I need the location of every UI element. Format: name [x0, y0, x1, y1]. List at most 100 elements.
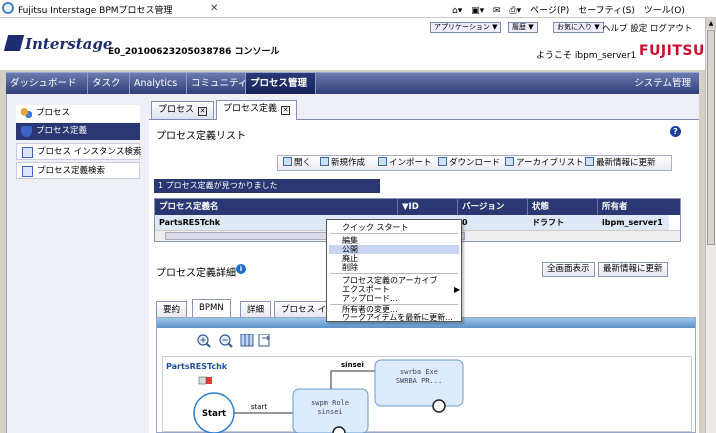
tools-menu[interactable]: ツール(O) — [644, 6, 685, 16]
welcome-text: ようこそ ibpm_server1 — [536, 51, 637, 61]
sidebar-item-definition-search[interactable]: プロセス定義検索 — [16, 162, 140, 179]
info-icon[interactable]: i — [236, 264, 246, 274]
menu-item-archive[interactable]: プロセス定義のアーカイブ — [342, 276, 438, 285]
menu-item-publish[interactable]: 公開 — [342, 245, 358, 254]
sidebar-item-process[interactable]: プロセス — [16, 105, 140, 122]
window-scrollbar[interactable]: ▲ — [705, 18, 716, 433]
cell-name: PartsRESTchk — [159, 218, 221, 227]
nav-system-management[interactable]: システム管理 — [634, 73, 691, 94]
flow-sinsei — [330, 370, 375, 389]
history-menu-button[interactable]: 履歴 ▼ — [508, 22, 538, 33]
column-header-version[interactable]: バージョン — [458, 199, 528, 215]
column-header-status[interactable]: 状態 — [528, 199, 598, 215]
page-menu[interactable]: ページ(P) — [530, 6, 569, 16]
download-button[interactable]: ダウンロード — [438, 156, 500, 170]
favorites-menu-button[interactable]: お気に入り ▼ — [553, 22, 604, 33]
close-icon[interactable]: ✕ — [198, 107, 208, 116]
tab-process-instance[interactable]: プロセス イ — [274, 301, 334, 318]
new-icon — [320, 157, 329, 166]
task-swrba-exe-title: swrba Exe — [400, 368, 438, 376]
tab-detail[interactable]: 詳細 — [240, 301, 272, 318]
menu-item-retire[interactable]: 廃止 — [342, 254, 358, 263]
tab-bpmn[interactable]: BPMN — [192, 299, 231, 318]
column-header-owner[interactable]: 所有者 — [598, 199, 680, 215]
refresh-button[interactable]: 最新情報に更新 — [585, 156, 656, 170]
interstage-logo: Interstage — [3, 35, 112, 53]
bpmn-canvas[interactable]: PartsRESTchk Start start swpm Role sinse… — [162, 356, 692, 433]
tab-close-icon[interactable]: ✕ — [210, 3, 218, 14]
tab-process-definition[interactable]: プロセス定義 ✕ — [216, 100, 298, 120]
import-button[interactable]: インポート — [378, 156, 432, 170]
fullscreen-button[interactable]: 全画面表示 — [542, 262, 595, 277]
header-links[interactable]: ヘルプ 設定 ログアウト — [602, 22, 692, 34]
scroll-up-icon[interactable]: ▲ — [706, 18, 716, 29]
sidebar-item-instance-search[interactable]: プロセス インスタンス検索 — [16, 143, 141, 160]
menu-item-edit[interactable]: 編集 — [342, 236, 358, 245]
menu-item-delete[interactable]: 削除 — [342, 263, 358, 272]
feeds-icon[interactable]: ▣▾ — [471, 6, 484, 16]
nav-community[interactable]: コミュニティ — [187, 73, 247, 94]
browser-tools: ⌂▾ ▣▾ ✉ ⎙▾ ページ(P) セーフティ(S) ツール(O) — [452, 3, 691, 16]
details-title: プロセス定義詳細 — [156, 268, 236, 279]
close-icon[interactable]: ✕ — [281, 106, 291, 115]
details-refresh-button[interactable]: 最新情報に更新 — [598, 262, 668, 277]
zoom-in-icon[interactable] — [197, 334, 211, 348]
browser-title: Fujitsu Interstage BPMプロセス管理 — [18, 6, 173, 16]
logo-mark-icon — [3, 35, 25, 51]
archive-icon — [505, 157, 514, 166]
task-swrba-exe-sub: SWRBA PR... — [396, 377, 442, 385]
people-icon — [21, 108, 32, 119]
print-icon[interactable]: ⎙▾ — [509, 6, 521, 16]
help-icon[interactable]: ? — [670, 126, 681, 137]
search-list-icon — [22, 147, 33, 158]
sidebar: プロセス プロセス定義 プロセス インスタンス検索 プロセス定義検索 — [16, 105, 141, 185]
open-button[interactable]: 開く — [283, 156, 311, 170]
menu-item-quick-start[interactable]: クイック スタート — [342, 223, 409, 232]
browser-icon — [2, 2, 14, 14]
app-header: Interstage E0_20100623205038786 コンソール アプ… — [0, 18, 705, 70]
nav-analytics[interactable]: Analytics — [130, 73, 187, 94]
menu-separator — [330, 233, 458, 234]
cell-status: ドラフト — [532, 218, 564, 227]
search-list-icon — [22, 166, 33, 177]
menu-item-refresh-workitems[interactable]: ワークアイテムを最新に更新... — [342, 313, 453, 322]
context-menu: クイック スタート 編集 公開 廃止 削除 プロセス定義のアーカイブ エクスポー… — [326, 219, 462, 322]
import-icon — [378, 157, 387, 166]
sidebar-item-process-definition[interactable]: プロセス定義 — [16, 123, 140, 140]
task-swpm-role-title: swpm Role — [311, 399, 349, 407]
tab-summary[interactable]: 要約 — [156, 301, 188, 318]
nav-process-management[interactable]: プロセス管理 — [246, 73, 316, 94]
new-button[interactable]: 新規作成 — [320, 156, 365, 170]
boundary-event[interactable] — [432, 399, 446, 413]
browser-title-bar: Fujitsu Interstage BPMプロセス管理 ✕ ⌂▾ ▣▾ ✉ ⎙… — [0, 0, 716, 18]
refresh-icon — [585, 157, 594, 166]
scroll-thumb[interactable] — [707, 30, 715, 245]
download-icon — [438, 157, 447, 166]
bpmn-diagram: PartsRESTchk Start start swpm Role sinse… — [166, 359, 464, 433]
shield-icon — [21, 126, 32, 137]
fujitsu-logo: FUJITSU — [639, 43, 705, 59]
bpmn-panel: PartsRESTchk Start start swpm Role sinse… — [156, 317, 696, 433]
console-name: E0_20100623205038786 コンソール — [108, 47, 280, 57]
tab-process[interactable]: プロセス ✕ — [151, 101, 215, 119]
nav-dashboard[interactable]: ダッシュボード — [6, 73, 88, 94]
flow-start-label: start — [251, 403, 268, 411]
column-header-name[interactable]: プロセス定義名 — [155, 199, 398, 215]
boundary-event[interactable] — [332, 426, 346, 433]
submenu-arrow-icon: ▶ — [454, 285, 461, 294]
zoom-out-icon[interactable] — [219, 334, 233, 348]
menu-item-upload[interactable]: アップロード... — [342, 294, 398, 303]
application-menu-button[interactable]: アプリケーション ▼ — [430, 22, 502, 33]
home-icon[interactable]: ⌂▾ — [452, 6, 462, 16]
archive-list-button[interactable]: アーカイブリスト — [505, 156, 584, 170]
fit-grid-icon[interactable] — [240, 334, 254, 347]
result-count: 1 プロセス定義が見つかりました — [154, 179, 380, 193]
table-header: プロセス定義名 ▼ID バージョン 状態 所有者 — [155, 199, 680, 215]
menu-item-export[interactable]: エクスポート — [342, 285, 390, 294]
safety-menu[interactable]: セーフティ(S) — [578, 6, 635, 16]
process-name-label: PartsRESTchk — [166, 362, 228, 371]
nav-task[interactable]: タスク — [88, 73, 130, 94]
column-header-id[interactable]: ▼ID — [398, 199, 458, 215]
mail-icon[interactable]: ✉ — [493, 6, 501, 16]
export-icon[interactable] — [258, 334, 271, 347]
